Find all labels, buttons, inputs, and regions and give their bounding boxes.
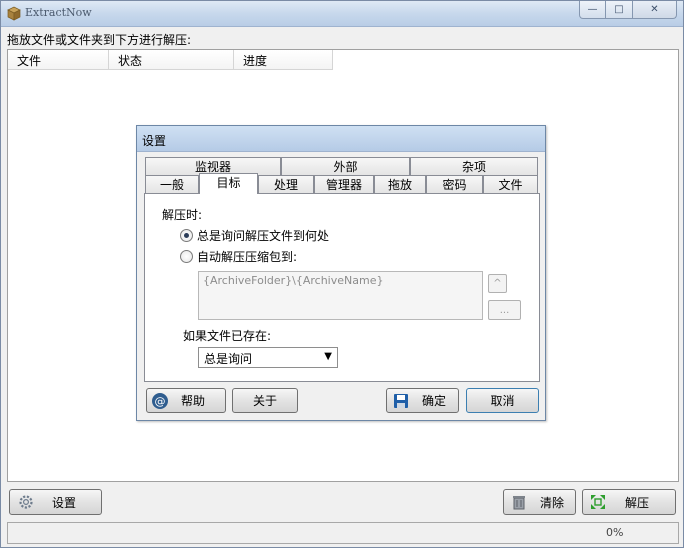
maximize-button[interactable]: □ bbox=[606, 1, 633, 19]
ok-button[interactable]: 确定 bbox=[386, 388, 459, 413]
tab-label: 外部 bbox=[333, 160, 358, 174]
browse-button[interactable]: ... bbox=[488, 300, 521, 320]
tab-label: 一般 bbox=[159, 178, 184, 192]
file-exists-select[interactable]: 总是询问 ▼ bbox=[198, 347, 338, 368]
help-button[interactable]: @ 帮助 bbox=[146, 388, 226, 413]
extract-button[interactable]: 解压 bbox=[582, 489, 676, 515]
tab-label: 处理 bbox=[273, 178, 298, 192]
gear-icon bbox=[17, 493, 35, 511]
list-header: 文件 状态 进度 bbox=[8, 50, 678, 70]
destination-path-input[interactable]: {ArchiveFolder}\{ArchiveName} bbox=[198, 271, 483, 320]
cancel-button[interactable]: 取消 bbox=[466, 388, 539, 413]
column-header-file[interactable]: 文件 bbox=[8, 50, 109, 70]
tab-label: 监视器 bbox=[194, 160, 231, 174]
dialog-title: 设置 bbox=[142, 134, 167, 148]
ask-destination-label: 总是询问解压文件到何处 bbox=[197, 229, 330, 243]
dialog-title-bar: 设置 bbox=[137, 126, 545, 152]
tab-label: 目标 bbox=[216, 176, 241, 190]
ok-button-label: 确定 bbox=[422, 394, 447, 408]
path-token-button[interactable]: ^ bbox=[488, 274, 507, 293]
cancel-button-label: 取消 bbox=[490, 394, 515, 408]
ask-destination-radio[interactable] bbox=[180, 229, 193, 242]
tab-process[interactable]: 处理 bbox=[258, 175, 314, 194]
help-at-icon: @ bbox=[151, 392, 169, 410]
clear-button[interactable]: 清除 bbox=[503, 489, 576, 515]
close-button[interactable]: ✕ bbox=[633, 1, 677, 19]
tab-general[interactable]: 一般 bbox=[145, 175, 199, 194]
drop-hint-label: 拖放文件或文件夹到下方进行解压: bbox=[7, 33, 192, 47]
settings-button[interactable]: 设置 bbox=[9, 489, 102, 515]
close-icon: ✕ bbox=[650, 4, 659, 15]
tab-external[interactable]: 外部 bbox=[281, 157, 410, 176]
tab-label: 管理器 bbox=[325, 178, 362, 192]
caret-up-icon: ^ bbox=[493, 278, 502, 289]
expand-arrows-icon bbox=[589, 493, 607, 511]
tab-password[interactable]: 密码 bbox=[426, 175, 483, 194]
tab-label: 杂项 bbox=[461, 160, 486, 174]
extract-to-label: 解压时: bbox=[162, 208, 203, 222]
title-bar: ExtractNow — □ ✕ bbox=[1, 1, 683, 27]
tab-drag-drop[interactable]: 拖放 bbox=[374, 175, 426, 194]
column-header-status[interactable]: 状态 bbox=[109, 50, 234, 70]
ellipsis-icon: ... bbox=[499, 304, 510, 316]
help-button-label: 帮助 bbox=[181, 394, 206, 408]
file-exists-label: 如果文件已存在: bbox=[183, 329, 272, 343]
tab-misc[interactable]: 杂项 bbox=[410, 157, 538, 176]
maximize-icon: □ bbox=[614, 4, 624, 15]
progress-percent: 0% bbox=[606, 526, 624, 539]
svg-text:@: @ bbox=[155, 395, 166, 408]
tab-manager[interactable]: 管理器 bbox=[314, 175, 374, 194]
window-title: ExtractNow bbox=[25, 6, 92, 19]
save-disk-icon bbox=[392, 392, 410, 410]
clear-button-label: 清除 bbox=[540, 495, 565, 510]
progress-bar: 0% bbox=[7, 522, 679, 544]
extract-button-label: 解压 bbox=[625, 495, 650, 510]
column-header-progress[interactable]: 进度 bbox=[234, 50, 333, 70]
tab-label: 密码 bbox=[442, 178, 467, 192]
file-exists-value: 总是询问 bbox=[204, 352, 253, 366]
tab-label: 文件 bbox=[498, 178, 523, 192]
minimize-icon: — bbox=[587, 4, 598, 15]
minimize-button[interactable]: — bbox=[579, 1, 606, 19]
tab-files[interactable]: 文件 bbox=[483, 175, 538, 194]
about-button-label: 关于 bbox=[252, 394, 277, 408]
dropdown-arrow-icon: ▼ bbox=[324, 351, 332, 362]
tab-destination[interactable]: 目标 bbox=[199, 173, 258, 194]
auto-extract-label: 自动解压压缩包到: bbox=[197, 250, 298, 264]
trash-icon bbox=[510, 493, 528, 511]
tab-label: 拖放 bbox=[387, 178, 412, 192]
settings-button-label: 设置 bbox=[52, 495, 77, 510]
about-button[interactable]: 关于 bbox=[232, 388, 298, 413]
auto-extract-radio[interactable] bbox=[180, 250, 193, 263]
archive-box-icon bbox=[7, 6, 21, 21]
